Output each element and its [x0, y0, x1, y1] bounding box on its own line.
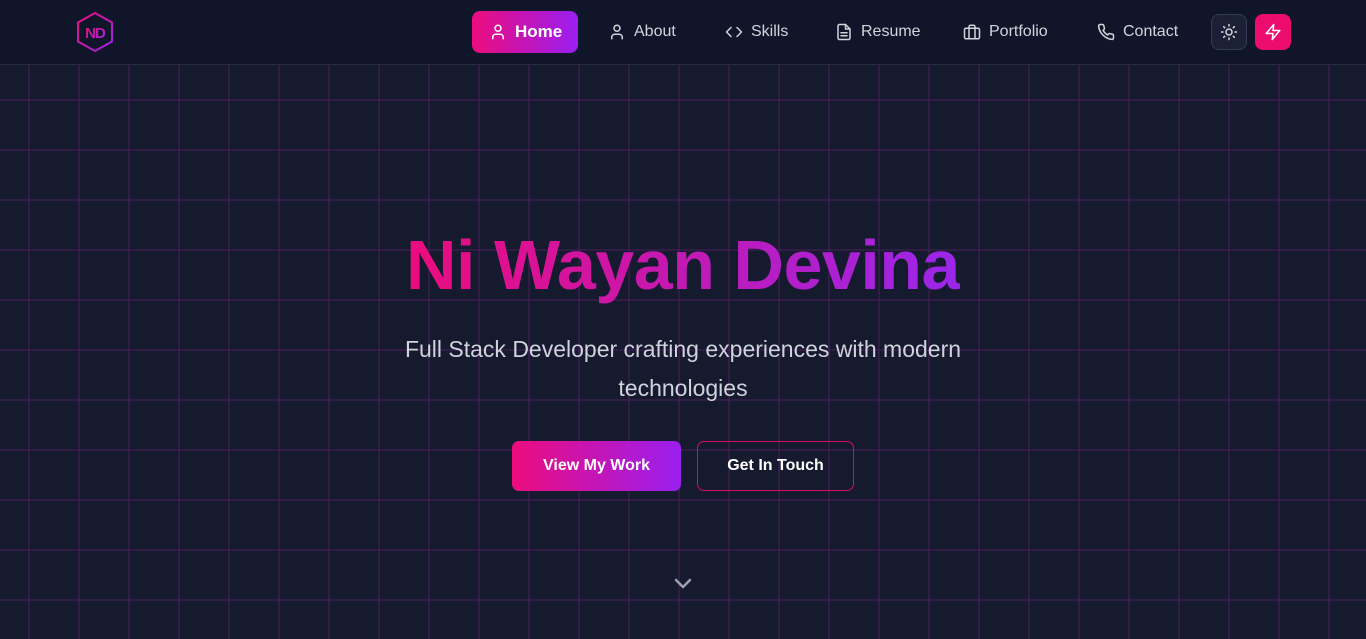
briefcase-icon [963, 24, 981, 40]
theme-toggle-button[interactable] [1211, 14, 1247, 50]
document-icon [837, 23, 851, 41]
logo[interactable]: ND [76, 11, 114, 53]
lightning-button[interactable] [1255, 14, 1291, 50]
chevron-down-icon [674, 578, 692, 589]
logo-text: ND [85, 25, 106, 42]
nav-item-label: Contact [1123, 23, 1179, 40]
nav-item-label: Resume [861, 23, 921, 40]
user-icon [611, 24, 623, 40]
nav-item-label: Home [515, 22, 563, 41]
nav-item-about[interactable]: About [608, 11, 676, 53]
nav-item-skills[interactable]: Skills [725, 11, 788, 53]
nav-item-portfolio[interactable]: Portfolio [963, 11, 1048, 53]
nav-item-label: Portfolio [989, 23, 1048, 40]
scroll-down-button[interactable] [671, 571, 695, 595]
sun-icon [1220, 23, 1238, 41]
get-in-touch-button[interactable]: Get In Touch [697, 441, 854, 491]
hero-section: Ni Wayan Devina Full Stack Developer cra… [0, 65, 1366, 639]
nav-item-label: About [634, 23, 676, 40]
nav-item-home[interactable]: Home [472, 11, 578, 53]
phone-icon [1097, 23, 1115, 41]
navbar: ND Home About Skills Resume Portfolio Co… [0, 0, 1366, 65]
hexagon-monogram-icon: ND [77, 11, 113, 53]
hero-title: Ni Wayan Devina [406, 223, 960, 307]
nav-item-label: Skills [751, 23, 789, 40]
view-my-work-button[interactable]: View My Work [512, 441, 681, 491]
nav-item-resume[interactable]: Resume [835, 11, 921, 53]
user-icon [492, 24, 504, 40]
nav-item-contact[interactable]: Contact [1097, 11, 1178, 53]
lightning-icon [1265, 23, 1281, 41]
code-icon [725, 26, 743, 38]
hero-subtitle: Full Stack Developer crafting experience… [404, 336, 962, 401]
